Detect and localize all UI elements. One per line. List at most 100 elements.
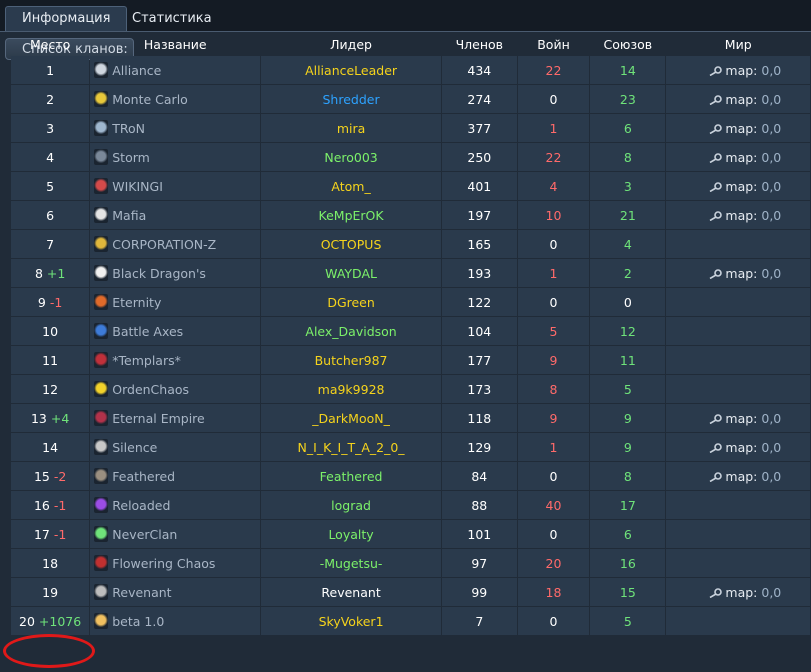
clan-name-link[interactable]: NeverClan [112, 527, 177, 542]
clan-name-cell[interactable]: Storm [90, 143, 261, 171]
table-row[interactable]: 1 Alliance AllianceLeader 434 22 14 map: 0,0 [11, 56, 810, 84]
table-row[interactable]: 11 *Templars* Butcher987 177 9 11 [11, 346, 810, 374]
leader-link[interactable]: ma9k9928 [318, 382, 385, 397]
tab-information[interactable]: Информация [5, 6, 128, 31]
clan-name-cell[interactable]: NeverClan [90, 520, 261, 548]
clan-name-cell[interactable]: Flowering Chaos [90, 549, 261, 577]
clan-name-link[interactable]: OrdenChaos [112, 382, 189, 397]
peace-cell[interactable]: map: 0,0 [666, 578, 810, 606]
leader-cell[interactable]: Atom_ [261, 172, 441, 200]
table-row[interactable]: 2 Monte Carlo Shredder 274 0 23 map: 0,0 [11, 85, 810, 113]
leader-link[interactable]: DGreen [327, 295, 374, 310]
leader-cell[interactable]: Butcher987 [261, 346, 441, 374]
peace-cell[interactable]: map: 0,0 [666, 404, 810, 432]
table-row[interactable]: 18 Flowering Chaos -Mugetsu- 97 20 16 [11, 549, 810, 577]
column-header-allies[interactable]: Союзов [590, 34, 665, 55]
clan-name-cell[interactable]: beta 1.0 [90, 607, 261, 635]
clan-name-link[interactable]: Silence [112, 440, 157, 455]
clan-name-link[interactable]: beta 1.0 [112, 614, 164, 629]
clan-name-cell[interactable]: Revenant [90, 578, 261, 606]
tab-statistics[interactable]: Статистика [116, 7, 228, 31]
clan-name-link[interactable]: Eternity [112, 295, 161, 310]
leader-cell[interactable]: Shredder [261, 85, 441, 113]
leader-cell[interactable]: OCTOPUS [261, 230, 441, 258]
clan-name-link[interactable]: CORPORATION-Z [112, 237, 216, 252]
leader-cell[interactable]: -Mugetsu- [261, 549, 441, 577]
leader-cell[interactable]: AllianceLeader [261, 56, 441, 84]
peace-cell[interactable]: map: 0,0 [666, 143, 810, 171]
table-row[interactable]: 7 CORPORATION-Z OCTOPUS 165 0 4 [11, 230, 810, 258]
clan-name-cell[interactable]: WIKINGI [90, 172, 261, 200]
peace-cell[interactable]: map: 0,0 [666, 259, 810, 287]
leader-link[interactable]: Revenant [321, 585, 380, 600]
leader-link[interactable]: AllianceLeader [305, 63, 397, 78]
table-row[interactable]: 12 OrdenChaos ma9k9928 173 8 5 [11, 375, 810, 403]
clan-name-cell[interactable]: Mafia [90, 201, 261, 229]
leader-cell[interactable]: DGreen [261, 288, 441, 316]
clan-name-cell[interactable]: Battle Axes [90, 317, 261, 345]
clan-name-cell[interactable]: Black Dragon's [90, 259, 261, 287]
peace-cell[interactable]: map: 0,0 [666, 114, 810, 142]
leader-link[interactable]: -Mugetsu- [320, 556, 383, 571]
table-row[interactable]: 19 Revenant Revenant 99 18 15 map: 0,0 [11, 578, 810, 606]
clan-name-cell[interactable]: OrdenChaos [90, 375, 261, 403]
table-row[interactable]: 13 +4 Eternal Empire _DarkMooN_ 118 9 9 map: 0… [11, 404, 810, 432]
leader-link[interactable]: KeMpErOK [319, 208, 384, 223]
column-header-members[interactable]: Членов [442, 34, 517, 55]
clan-name-link[interactable]: WIKINGI [112, 179, 163, 194]
clan-name-cell[interactable]: TRoN [90, 114, 261, 142]
leader-cell[interactable]: Alex_Davidson [261, 317, 441, 345]
leader-cell[interactable]: ma9k9928 [261, 375, 441, 403]
table-row[interactable]: 4 Storm Nero003 250 22 8 map: 0,0 [11, 143, 810, 171]
leader-cell[interactable]: N_I_K_I_T_A_2_0_ [261, 433, 441, 461]
table-row[interactable]: 17 -1 NeverClan Loyalty 101 0 6 [11, 520, 810, 548]
peace-cell[interactable]: map: 0,0 [666, 201, 810, 229]
table-row[interactable]: 6 Mafia KeMpErOK 197 10 21 map: 0,0 [11, 201, 810, 229]
leader-cell[interactable]: mira [261, 114, 441, 142]
leader-link[interactable]: Feathered [320, 469, 383, 484]
leader-link[interactable]: Atom_ [331, 179, 370, 194]
clan-name-link[interactable]: *Templars* [112, 353, 181, 368]
clan-name-cell[interactable]: Alliance [90, 56, 261, 84]
leader-cell[interactable]: _DarkMooN_ [261, 404, 441, 432]
table-row[interactable]: 8 +1 Black Dragon's WAYDAL 193 1 2 map: 0,0 [11, 259, 810, 287]
column-header-name[interactable]: Название [90, 34, 260, 55]
clan-name-link[interactable]: Monte Carlo [112, 92, 188, 107]
peace-cell[interactable]: map: 0,0 [666, 56, 810, 84]
clan-name-cell[interactable]: CORPORATION-Z [90, 230, 261, 258]
clan-name-link[interactable]: Reloaded [112, 498, 170, 513]
leader-cell[interactable]: Revenant [261, 578, 441, 606]
leader-link[interactable]: lograd [331, 498, 371, 513]
clan-name-link[interactable]: Revenant [112, 585, 171, 600]
peace-cell[interactable]: map: 0,0 [666, 462, 810, 490]
column-header-peace[interactable]: Мир [666, 34, 810, 55]
leader-cell[interactable]: Feathered [261, 462, 441, 490]
peace-cell[interactable]: map: 0,0 [666, 85, 810, 113]
clan-name-link[interactable]: Alliance [112, 63, 161, 78]
column-header-leader[interactable]: Лидер [261, 34, 441, 55]
peace-cell[interactable]: map: 0,0 [666, 433, 810, 461]
leader-link[interactable]: Nero003 [324, 150, 377, 165]
table-row[interactable]: 20 +1076 beta 1.0 SkyVoker1 7 0 5 [11, 607, 810, 635]
clan-name-cell[interactable]: Feathered [90, 462, 261, 490]
column-header-wars[interactable]: Войн [518, 34, 590, 55]
leader-link[interactable]: mira [337, 121, 365, 136]
leader-link[interactable]: Butcher987 [315, 353, 388, 368]
leader-cell[interactable]: SkyVoker1 [261, 607, 441, 635]
leader-cell[interactable]: WAYDAL [261, 259, 441, 287]
clan-name-link[interactable]: Mafia [112, 208, 146, 223]
clan-name-link[interactable]: Feathered [112, 469, 175, 484]
clan-name-link[interactable]: Storm [112, 150, 150, 165]
leader-cell[interactable]: Nero003 [261, 143, 441, 171]
leader-link[interactable]: Shredder [323, 92, 380, 107]
leader-link[interactable]: OCTOPUS [321, 237, 382, 252]
column-header-rank[interactable]: Место [11, 34, 89, 55]
clan-name-link[interactable]: Eternal Empire [112, 411, 204, 426]
table-row[interactable]: 5 WIKINGI Atom_ 401 4 3 map: 0,0 [11, 172, 810, 200]
leader-link[interactable]: WAYDAL [325, 266, 377, 281]
table-row[interactable]: 3 TRoN mira 377 1 6 map: 0,0 [11, 114, 810, 142]
leader-link[interactable]: _DarkMooN_ [312, 411, 390, 426]
leader-link[interactable]: Alex_Davidson [305, 324, 396, 339]
leader-link[interactable]: SkyVoker1 [319, 614, 384, 629]
clan-name-cell[interactable]: *Templars* [90, 346, 261, 374]
